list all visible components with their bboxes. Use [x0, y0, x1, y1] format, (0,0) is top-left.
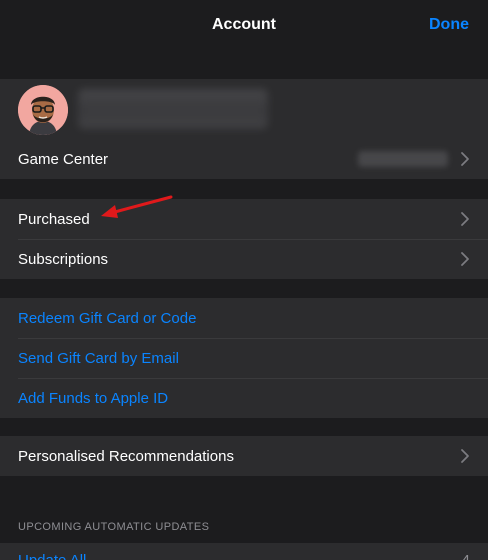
subscriptions-label: Subscriptions: [18, 251, 109, 268]
chevron-right-icon: [460, 251, 470, 267]
updates-count: 4: [462, 552, 470, 560]
add-funds-link[interactable]: Add Funds to Apple ID: [18, 390, 168, 407]
chevron-right-icon: [460, 448, 470, 464]
purchases-group: Purchased Subscriptions: [0, 199, 488, 279]
send-gift-card-link[interactable]: Send Gift Card by Email: [18, 350, 179, 367]
navigation-bar: Account Done: [0, 0, 488, 50]
gift-card-group: Redeem Gift Card or Code Send Gift Card …: [0, 298, 488, 418]
subscriptions-row[interactable]: Subscriptions: [0, 239, 488, 279]
done-button[interactable]: Done: [429, 16, 469, 34]
personalised-recommendations-label: Personalised Recommendations: [18, 448, 234, 465]
upcoming-updates-header: UPCOMING AUTOMATIC UPDATES: [18, 521, 210, 533]
game-center-row[interactable]: Game Center: [0, 139, 488, 179]
update-all-row[interactable]: Update All 4: [0, 543, 488, 560]
chevron-right-icon: [460, 211, 470, 227]
avatar: [18, 85, 68, 135]
update-all-button[interactable]: Update All: [18, 552, 86, 560]
profile-row[interactable]: [0, 79, 488, 139]
chevron-right-icon: [460, 151, 470, 167]
account-group: Game Center: [0, 79, 488, 179]
game-center-label: Game Center: [18, 151, 109, 168]
memoji-avatar-icon: [18, 85, 68, 135]
blurred-account-name: [78, 89, 268, 129]
purchased-row[interactable]: Purchased: [0, 199, 488, 239]
redeem-gift-card-row[interactable]: Redeem Gift Card or Code: [0, 298, 488, 338]
personalised-recommendations-row[interactable]: Personalised Recommendations: [0, 436, 488, 476]
page-title: Account: [212, 16, 276, 33]
add-funds-row[interactable]: Add Funds to Apple ID: [0, 378, 488, 418]
recommendations-group: Personalised Recommendations: [0, 436, 488, 476]
blurred-game-center-nickname: [358, 151, 448, 167]
redeem-gift-card-link[interactable]: Redeem Gift Card or Code: [18, 310, 196, 327]
send-gift-card-row[interactable]: Send Gift Card by Email: [0, 338, 488, 378]
purchased-label: Purchased: [18, 211, 90, 228]
